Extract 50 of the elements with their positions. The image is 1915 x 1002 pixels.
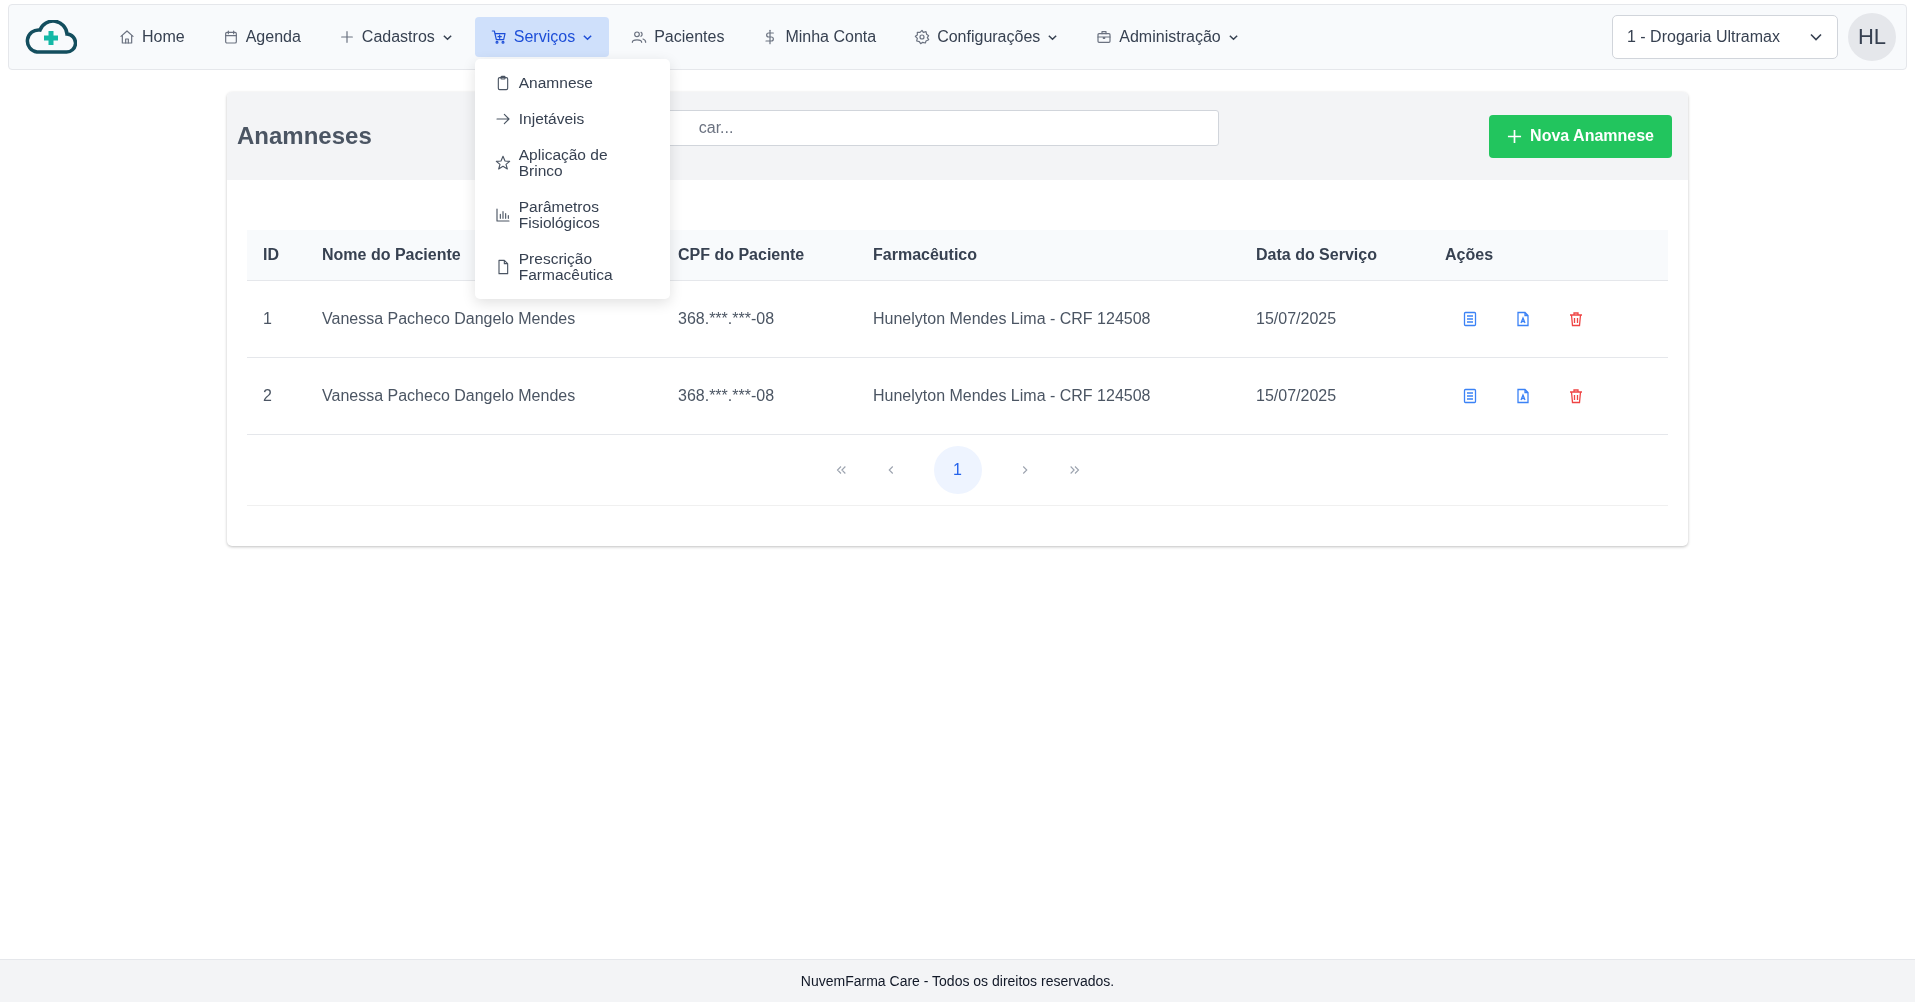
- user-avatar[interactable]: HL: [1848, 13, 1896, 61]
- column-header: CPF do Paciente: [678, 246, 805, 264]
- nav-item[interactable]: Agenda: [206, 17, 317, 57]
- chart-icon: [494, 207, 511, 223]
- menu-item[interactable]: Anamnese: [474, 65, 670, 101]
- document-icon[interactable]: [1462, 311, 1478, 327]
- table-cell: Hunelyton Mendes Lima - CRF 124508: [873, 310, 1151, 328]
- plus-icon: [338, 29, 355, 45]
- calendar-icon: [222, 29, 239, 45]
- table-cell-text: 2: [262, 387, 272, 405]
- table-cell: Vanessa Pacheco Dangelo Mendes: [322, 310, 576, 328]
- arrow-icon: [494, 111, 511, 127]
- column-header: Ações: [1445, 246, 1494, 264]
- cart-icon: [490, 29, 507, 45]
- column-header: Nome do Paciente: [322, 246, 461, 264]
- home-icon: [119, 29, 135, 45]
- gear-icon: [914, 29, 931, 45]
- store-select[interactable]: 1 - Drogaria Ultramax: [1612, 15, 1838, 59]
- nav-item[interactable]: Serviços: [474, 17, 610, 57]
- table-cell: Hunelyton Mendes Lima - CRF 124508: [873, 387, 1151, 405]
- table-cell: Vanessa Pacheco Dangelo Mendes: [322, 387, 576, 405]
- table-cell: 15/07/2025: [1256, 387, 1337, 405]
- briefcase-icon: [1096, 29, 1113, 45]
- document-icon[interactable]: [1462, 388, 1478, 404]
- trash-icon[interactable]: [1568, 388, 1584, 404]
- nav-item[interactable]: Home: [103, 17, 201, 57]
- table-cell: 15/07/2025: [1256, 310, 1337, 328]
- menu-item[interactable]: Parâmetros Fisiológicos: [474, 189, 670, 241]
- nav-item[interactable]: Cadastros: [322, 17, 469, 57]
- table-cell: 368.***.***-08: [678, 310, 775, 328]
- page-button[interactable]: 1: [933, 446, 982, 494]
- table-cell-text: 1: [262, 310, 272, 328]
- page-title: Anamneses: [237, 122, 372, 150]
- column-header: Farmacêutico: [873, 246, 978, 264]
- menu-item[interactable]: Prescrição Farmacêutica: [474, 241, 670, 293]
- nav-item[interactable]: Minha Conta: [746, 17, 893, 57]
- trash-icon[interactable]: [1568, 311, 1584, 327]
- pdf-file-icon[interactable]: [1515, 388, 1531, 404]
- pdf-file-icon[interactable]: [1515, 311, 1531, 327]
- users-icon: [631, 29, 648, 45]
- star-icon: [494, 155, 511, 171]
- table-cell: 368.***.***-08: [678, 387, 775, 405]
- column-header: ID: [262, 246, 279, 264]
- nav-item[interactable]: Pacientes: [615, 17, 741, 57]
- column-header: Data do Serviço: [1256, 246, 1377, 264]
- nav-item[interactable]: Administração: [1080, 17, 1255, 57]
- nav-item[interactable]: Configurações: [898, 17, 1075, 57]
- footer-text: NuvemFarma Care - Todos os direitos reservados.: [800, 973, 1115, 989]
- plus-icon: [1507, 128, 1523, 144]
- cloud-cross-logo[interactable]: [25, 20, 77, 54]
